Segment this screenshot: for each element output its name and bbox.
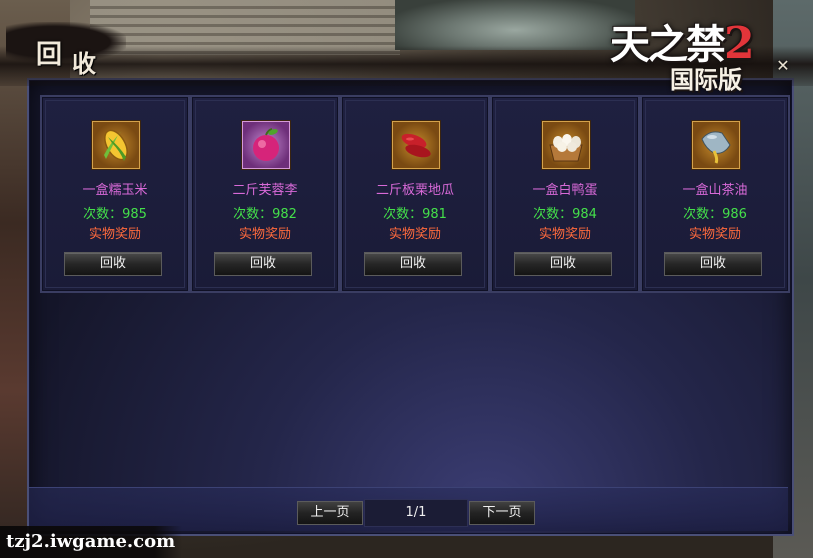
corn-icon	[92, 121, 140, 169]
count-value: 986	[722, 207, 747, 222]
item-card: 二斤芙蓉李 次数：982 实物奖励 回收	[190, 95, 340, 293]
recycle-button[interactable]: 回收	[514, 252, 612, 276]
item-card: 一盒山茶油 次数：986 实物奖励 回收	[640, 95, 790, 293]
panel-title: 回 收	[6, 14, 126, 78]
reward-type: 实物奖励	[238, 227, 291, 242]
reward-type: 实物奖励	[88, 227, 141, 242]
prev-page-button[interactable]: 上一页	[297, 501, 363, 525]
page-indicator: 1/1	[364, 499, 468, 527]
item-card: 二斤板栗地瓜 次数：981 实物奖励 回收	[340, 95, 490, 293]
recycle-count: 次数：985	[42, 203, 188, 222]
recycle-button[interactable]: 回收	[64, 252, 162, 276]
next-page-button[interactable]: 下一页	[469, 501, 535, 525]
logo-line-2: 国际版	[670, 65, 742, 94]
reward-type: 实物奖励	[538, 227, 591, 242]
recycle-button[interactable]: 回收	[214, 252, 312, 276]
title-char-1: 回	[36, 40, 63, 70]
count-value: 981	[422, 207, 447, 222]
item-card-list: 一盒糯玉米 次数：985 实物奖励 回收 二斤芙蓉李 次数：982 实物奖励 回…	[40, 95, 790, 293]
count-value: 985	[122, 207, 147, 222]
title-ink-brush	[6, 22, 126, 62]
game-logo: 天之禁2 国际版	[610, 10, 790, 94]
item-card: 一盒白鸭蛋 次数：984 实物奖励 回收	[490, 95, 640, 293]
reward-type: 实物奖励	[688, 227, 741, 242]
recycle-count: 次数：986	[642, 203, 788, 222]
count-label: 次数：	[383, 207, 423, 222]
watermark-text: tzj2.iwgame.com	[6, 531, 176, 552]
count-value: 984	[572, 207, 597, 222]
item-name: 二斤芙蓉李	[232, 183, 298, 198]
item-name: 二斤板栗地瓜	[375, 183, 454, 198]
close-icon: ✕	[776, 56, 790, 75]
site-watermark: tzj2.iwgame.com	[0, 526, 182, 558]
count-label: 次数：	[83, 207, 123, 222]
background-fountain	[395, 0, 635, 50]
recycle-count: 次数：984	[492, 203, 638, 222]
count-label: 次数：	[533, 207, 573, 222]
recycle-count: 次数：982	[192, 203, 338, 222]
camellia-oil-icon	[692, 121, 740, 169]
item-card: 一盒糯玉米 次数：985 实物奖励 回收	[40, 95, 190, 293]
count-label: 次数：	[233, 207, 273, 222]
duck-egg-box-icon	[542, 121, 590, 169]
item-name: 一盒白鸭蛋	[532, 183, 598, 198]
recycle-button[interactable]: 回收	[364, 252, 462, 276]
title-char-2: 收	[72, 49, 96, 78]
plum-icon	[242, 121, 290, 169]
reward-type: 实物奖励	[388, 227, 441, 242]
recycle-button[interactable]: 回收	[664, 252, 762, 276]
recycle-count: 次数：981	[342, 203, 488, 222]
close-button[interactable]: ✕	[773, 56, 793, 76]
sweet-potato-icon	[392, 121, 440, 169]
item-name: 一盒糯玉米	[82, 183, 148, 198]
count-label: 次数：	[683, 207, 723, 222]
item-name: 一盒山茶油	[682, 183, 748, 198]
count-value: 982	[272, 207, 297, 222]
